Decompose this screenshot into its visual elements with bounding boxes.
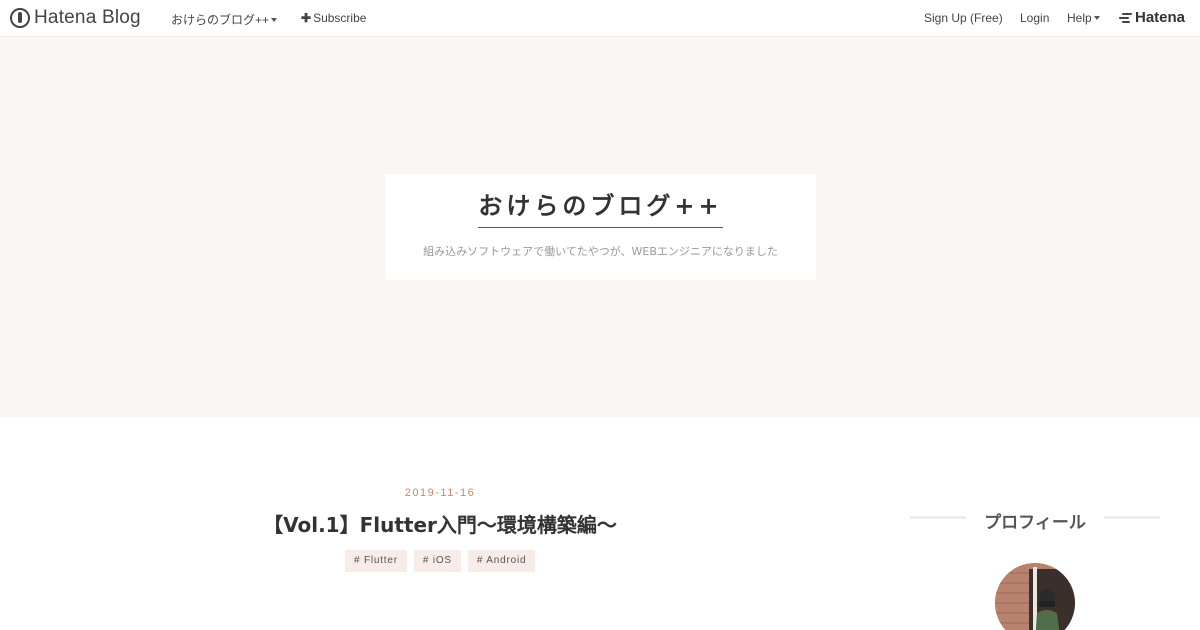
logo-text: Hatena Blog [34, 7, 141, 28]
tag-ios[interactable]: # iOS [413, 550, 461, 572]
hatena-logo[interactable]: Hatena [1119, 9, 1185, 26]
blog-description: 組み込みソフトウェアで働いてたやつが、WEBエンジニアになりました [423, 245, 778, 258]
profile-heading: プロフィール [984, 513, 1086, 533]
login-link[interactable]: Login [1020, 11, 1049, 25]
global-header: Hatena Blog おけらのブログ++ ✚ Subscribe Sign Up… [0, 0, 1200, 37]
caret-down-icon [271, 18, 278, 22]
entry-tags: # Flutter # iOS # Android [345, 550, 536, 572]
blog-title-box: おけらのブログ++ 組み込みソフトウェアで働いてたやつが、WEBエンジニアになり… [385, 174, 816, 280]
sidebar-heading-rule-right [1104, 516, 1160, 519]
subscribe-button[interactable]: ✚ Subscribe [301, 11, 366, 25]
avatar-photo [995, 563, 1075, 630]
blog-title[interactable]: おけらのブログ++ [478, 191, 723, 228]
hatena-blog-logo[interactable]: Hatena Blog [10, 7, 141, 29]
blog-menu-button[interactable]: おけらのブログ++ [171, 11, 278, 28]
tag-flutter[interactable]: # Flutter [345, 550, 407, 572]
help-label: Help [1067, 11, 1092, 25]
help-menu-button[interactable]: Help [1067, 11, 1100, 25]
blog-header: おけらのブログ++ 組み込みソフトウェアで働いてたやつが、WEBエンジニアになり… [0, 37, 1200, 417]
entry-title[interactable]: 【Vol.1】Flutter入門〜環境構築編〜 [250, 509, 630, 538]
caret-down-icon [1093, 16, 1100, 20]
sidebar-heading-rule-left [910, 516, 966, 519]
subscribe-label: Subscribe [313, 11, 367, 25]
hatena-blog-logo-icon [10, 8, 30, 28]
blog-menu-label: おけらのブログ++ [171, 13, 270, 27]
plus-icon: ✚ [301, 11, 312, 25]
hatena-logo-text: Hatena [1135, 9, 1186, 26]
hatena-logo-icon [1119, 12, 1132, 23]
entry-date[interactable]: 2019-11-16 [340, 487, 540, 499]
tag-android[interactable]: # Android [467, 550, 536, 572]
signup-link[interactable]: Sign Up (Free) [924, 11, 1003, 25]
avatar[interactable] [995, 563, 1075, 630]
